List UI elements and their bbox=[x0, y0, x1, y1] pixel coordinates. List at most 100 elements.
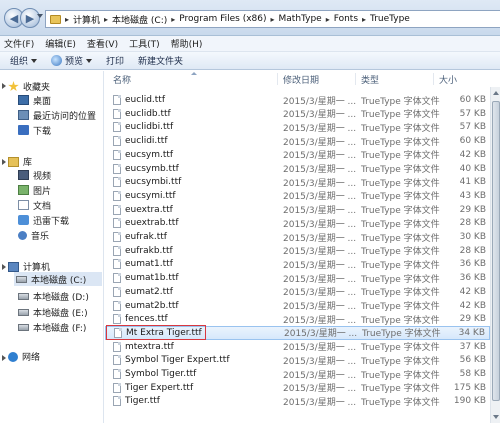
nav-item-downloads[interactable]: 下载 bbox=[16, 123, 55, 137]
scroll-up-icon[interactable] bbox=[493, 91, 499, 95]
file-name: eumat1b.ttf bbox=[125, 273, 179, 284]
nav-favorites[interactable]: 收藏夹 bbox=[8, 80, 50, 93]
file-size: 57 KB bbox=[459, 122, 486, 133]
column-divider[interactable] bbox=[433, 73, 434, 85]
file-size: 28 KB bbox=[459, 218, 486, 229]
menu-view[interactable]: 查看(V) bbox=[87, 37, 118, 50]
file-row[interactable]: eufrak.ttf 2015/3/星期一 ... TrueType 字体文件 30 … bbox=[105, 230, 490, 244]
file-row[interactable]: eucsymi.ttf 2015/3/星期一 ... TrueType 字体文件 43… bbox=[105, 189, 490, 203]
nav-item-drive-c[interactable]: 本地磁盘 (C:) bbox=[14, 272, 102, 286]
file-row[interactable]: Symbol Tiger Expert.ttf 2015/3/星期一 ... Tru… bbox=[105, 353, 490, 367]
navigation-pane[interactable]: 收藏夹 桌面 最近访问的位置 下载 库 视频 图片 文档 迅雷下载 音乐 计算机 bbox=[0, 71, 104, 423]
file-row[interactable]: euclidb.ttf 2015/3/星期一 ... TrueType 字体文件 57… bbox=[105, 107, 490, 121]
chevron-down-icon bbox=[86, 58, 93, 63]
column-size[interactable]: 大小 bbox=[439, 73, 457, 86]
menu-file[interactable]: 文件(F) bbox=[4, 37, 34, 50]
file-row[interactable]: eumat1.ttf 2015/3/星期一 ... TrueType 字体文件 36 … bbox=[105, 257, 490, 271]
font-file-icon bbox=[113, 122, 121, 133]
file-row[interactable]: eumat1b.ttf 2015/3/星期一 ... TrueType 字体文件 36… bbox=[105, 271, 490, 285]
print-button[interactable]: 打印 bbox=[106, 54, 124, 67]
file-type: TrueType 字体文件 bbox=[361, 178, 440, 189]
breadcrumb-fonts[interactable]: Fonts bbox=[334, 14, 358, 24]
column-name[interactable]: 名称 bbox=[113, 73, 131, 86]
breadcrumb-mathtype[interactable]: MathType bbox=[279, 14, 322, 24]
column-divider[interactable] bbox=[277, 73, 278, 85]
font-file-icon bbox=[113, 163, 121, 174]
column-type[interactable]: 类型 bbox=[361, 73, 379, 86]
expand-arrow-icon[interactable] bbox=[2, 83, 6, 89]
nav-item-drive-f[interactable]: 本地磁盘 (F:) bbox=[16, 320, 90, 334]
nav-item-documents[interactable]: 文档 bbox=[16, 198, 55, 212]
file-row[interactable]: eucsymb.ttf 2015/3/星期一 ... TrueType 字体文件 40… bbox=[105, 162, 490, 176]
menu-edit[interactable]: 编辑(E) bbox=[45, 37, 76, 50]
column-divider[interactable] bbox=[355, 73, 356, 85]
file-row[interactable]: eumat2b.ttf 2015/3/星期一 ... TrueType 字体文件 42… bbox=[105, 299, 490, 313]
breadcrumb-truetype[interactable]: TrueType bbox=[370, 14, 410, 24]
breadcrumb-drive-c[interactable]: 本地磁盘 (C:) bbox=[112, 13, 167, 26]
file-size: 36 KB bbox=[459, 273, 486, 284]
file-row[interactable]: euextra.ttf 2015/3/星期一 ... TrueType 字体文件 29… bbox=[105, 203, 490, 217]
file-list-pane[interactable]: 名称 修改日期 类型 大小 euclid.ttf 2015/3/星期一 ... Tr… bbox=[105, 71, 500, 423]
nav-network[interactable]: 网络 bbox=[8, 350, 40, 363]
file-row[interactable]: eufrakb.ttf 2015/3/星期一 ... TrueType 字体文件 28… bbox=[105, 244, 490, 258]
file-type: TrueType 字体文件 bbox=[361, 302, 440, 312]
file-row[interactable]: euclidi.ttf 2015/3/星期一 ... TrueType 字体文件 60… bbox=[105, 134, 490, 148]
nav-item-recent-places[interactable]: 最近访问的位置 bbox=[16, 108, 100, 122]
forward-button[interactable]: ▶ bbox=[20, 8, 40, 28]
chevron-right-icon[interactable]: ▸ bbox=[362, 15, 366, 24]
file-row[interactable]: euextrab.ttf 2015/3/星期一 ... TrueType 字体文件 2… bbox=[105, 216, 490, 230]
chevron-right-icon[interactable]: ▸ bbox=[326, 15, 330, 24]
breadcrumb-program-files[interactable]: Program Files (x86) bbox=[179, 14, 266, 24]
new-folder-button[interactable]: 新建文件夹 bbox=[138, 54, 183, 67]
scroll-down-icon[interactable] bbox=[493, 415, 499, 419]
nav-item-videos[interactable]: 视频 bbox=[16, 168, 55, 182]
breadcrumb-computer[interactable]: 计算机 bbox=[73, 13, 100, 26]
file-name: Tiger.ttf bbox=[125, 396, 160, 407]
file-row[interactable]: Symbol Tiger.ttf 2015/3/星期一 ... TrueType 字… bbox=[105, 367, 490, 381]
nav-item-drive-e[interactable]: 本地磁盘 (E:) bbox=[16, 305, 92, 319]
file-size: 29 KB bbox=[459, 204, 486, 215]
chevron-right-icon[interactable]: ▸ bbox=[171, 15, 175, 24]
file-row-selected[interactable]: Mt Extra Tiger.ttf 2015/3/星期一 ... TrueType… bbox=[105, 324, 490, 340]
file-size: 30 KB bbox=[459, 232, 486, 242]
nav-item-drive-d[interactable]: 本地磁盘 (D:) bbox=[16, 289, 93, 303]
column-date[interactable]: 修改日期 bbox=[283, 73, 319, 86]
nav-item-pictures[interactable]: 图片 bbox=[16, 183, 55, 197]
chevron-right-icon[interactable]: ▸ bbox=[65, 15, 69, 24]
file-row[interactable]: Tiger.ttf 2015/3/星期一 ... TrueType 字体文件 190 … bbox=[105, 394, 490, 408]
file-name: eucsymbi.ttf bbox=[125, 177, 182, 188]
chevron-right-icon[interactable]: ▸ bbox=[271, 15, 275, 24]
file-row[interactable]: eucsym.ttf 2015/3/星期一 ... TrueType 字体文件 42 … bbox=[105, 148, 490, 162]
file-row[interactable]: euclid.ttf 2015/3/星期一 ... TrueType 字体文件 60 … bbox=[105, 93, 490, 107]
nav-item-music[interactable]: 音乐 bbox=[16, 228, 53, 242]
preview-button[interactable]: 预览 bbox=[51, 54, 93, 67]
menu-help[interactable]: 帮助(H) bbox=[171, 37, 203, 50]
recent-pages-dropdown-icon[interactable] bbox=[37, 14, 43, 18]
vertical-scrollbar[interactable] bbox=[490, 87, 500, 423]
file-row[interactable]: Tiger Expert.ttf 2015/3/星期一 ... TrueType 字… bbox=[105, 381, 490, 395]
hard-drive-icon bbox=[18, 308, 29, 316]
file-name: eumat2b.ttf bbox=[125, 300, 179, 311]
nav-item-desktop[interactable]: 桌面 bbox=[16, 93, 55, 107]
organize-button[interactable]: 组织 bbox=[10, 54, 38, 67]
file-type: TrueType 字体文件 bbox=[361, 192, 440, 203]
expand-arrow-icon[interactable] bbox=[2, 355, 6, 361]
expand-arrow-icon[interactable] bbox=[2, 159, 6, 165]
expand-arrow-icon[interactable] bbox=[2, 264, 6, 270]
scroll-thumb[interactable] bbox=[492, 101, 500, 401]
file-row[interactable]: mtextra.ttf 2015/3/星期一 ... TrueType 字体文件 37… bbox=[105, 340, 490, 354]
hard-drive-icon bbox=[18, 323, 29, 331]
file-date: 2015/3/星期一 ... bbox=[283, 343, 357, 354]
file-type: TrueType 字体文件 bbox=[361, 219, 440, 230]
file-row[interactable]: eucsymbi.ttf 2015/3/星期一 ... TrueType 字体文件 4… bbox=[105, 175, 490, 189]
file-type: TrueType 字体文件 bbox=[361, 123, 440, 134]
font-file-icon bbox=[113, 108, 121, 119]
nav-libraries[interactable]: 库 bbox=[8, 155, 32, 168]
nav-item-thunder-downloads[interactable]: 迅雷下载 bbox=[16, 213, 73, 227]
menu-tools[interactable]: 工具(T) bbox=[129, 37, 160, 50]
file-row[interactable]: eumat2.ttf 2015/3/星期一 ... TrueType 字体文件 42 … bbox=[105, 285, 490, 299]
font-file-icon bbox=[113, 177, 121, 188]
address-box[interactable]: ▸ 计算机 ▸ 本地磁盘 (C:) ▸ Program Files (x86) … bbox=[45, 10, 500, 28]
chevron-right-icon[interactable]: ▸ bbox=[104, 15, 108, 24]
file-row[interactable]: euclidbi.ttf 2015/3/星期一 ... TrueType 字体文件 5… bbox=[105, 120, 490, 134]
